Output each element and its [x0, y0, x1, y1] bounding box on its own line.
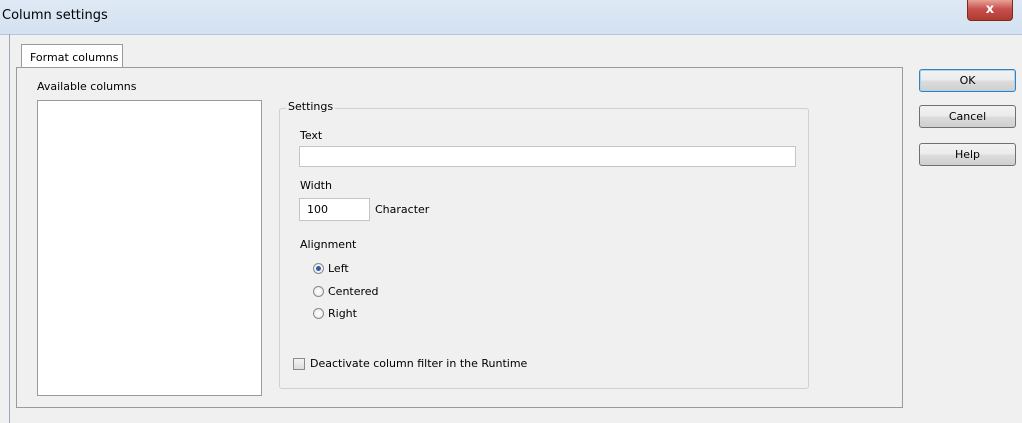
settings-group-label: Settings [286, 100, 336, 113]
close-icon: x [985, 2, 995, 17]
deactivate-filter-option[interactable]: Deactivate column filter in the Runtime [293, 357, 527, 370]
deactivate-filter-label: Deactivate column filter in the Runtime [310, 357, 528, 370]
width-input[interactable] [299, 198, 370, 221]
radio-left[interactable]: Left [313, 262, 349, 275]
alignment-label: Alignment [300, 238, 357, 251]
width-unit-label: Character [375, 203, 430, 216]
radio-button[interactable] [313, 263, 324, 274]
radio-centered[interactable]: Centered [313, 285, 379, 298]
text-label: Text [300, 129, 323, 142]
radio-button[interactable] [313, 286, 324, 297]
tab-label: Format columns [30, 51, 119, 64]
close-button[interactable]: x [967, 0, 1013, 21]
help-button[interactable]: Help [919, 143, 1016, 166]
deactivate-filter-checkbox[interactable] [293, 357, 305, 370]
title-bar: Column settings x [0, 0, 1022, 35]
width-label: Width [300, 179, 332, 192]
window-frame-edge [9, 34, 10, 423]
text-input[interactable] [299, 146, 796, 167]
tab-format-columns[interactable]: Format columns [21, 44, 123, 68]
radio-button[interactable] [313, 308, 324, 319]
radio-right[interactable]: Right [313, 307, 357, 320]
available-columns-label: Available columns [37, 80, 137, 93]
window-title: Column settings [2, 8, 108, 23]
radio-label: Left [328, 262, 349, 275]
cancel-button[interactable]: Cancel [919, 105, 1016, 128]
ok-button[interactable]: OK [919, 69, 1016, 92]
available-columns-list[interactable] [37, 100, 262, 396]
radio-label: Right [328, 307, 357, 320]
radio-label: Centered [328, 285, 379, 298]
